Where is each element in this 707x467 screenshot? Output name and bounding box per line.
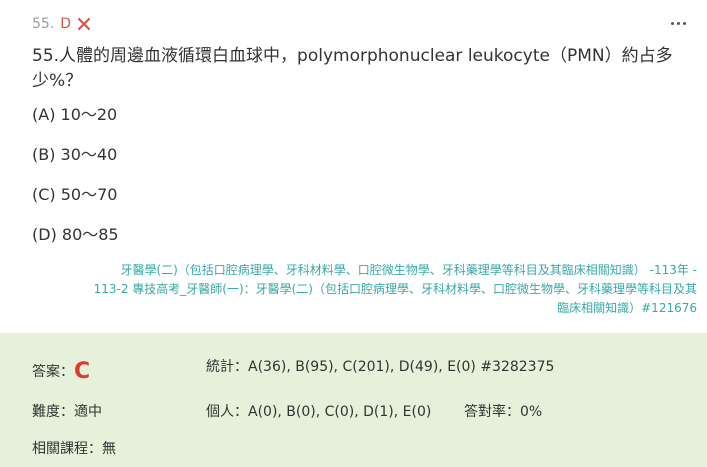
option-c[interactable]: (C) 50～70 xyxy=(32,184,117,206)
question-text: 55.人體的周邊血液循環白血球中，polymorphonuclear leuko… xyxy=(32,44,682,94)
source-line: 113-2 專技高考_牙醫師(一)：牙醫學(二)（包括口腔病理學、牙科材料學、口… xyxy=(93,282,697,296)
source-line: 臨床相關知識）#121676 xyxy=(557,301,697,315)
more-options-icon[interactable] xyxy=(669,14,687,32)
answer-row: 答案：C xyxy=(32,359,90,384)
option-a[interactable]: (A) 10～20 xyxy=(32,104,117,126)
user-answer: D xyxy=(60,16,72,32)
accuracy-rate: 答對率：0% xyxy=(464,404,543,420)
question-text-line: 55.人體的周邊血液循環白血球中，polymorphonuclear leuko… xyxy=(32,46,673,66)
x-mark-icon xyxy=(77,17,91,31)
answer-statistics: 統計：A(36), B(95), C(201), D(49), E(0) #32… xyxy=(206,359,555,375)
question-number: 55. xyxy=(32,16,55,32)
question-header: 55. D xyxy=(32,14,91,34)
source-line: 牙醫學(二)（包括口腔病理學、牙科材料學、口腔微生物學、牙科藥理學等科目及其臨床… xyxy=(120,263,697,277)
answer-label: 答案： xyxy=(32,364,74,380)
stats-panel: 答案：C 難度：適中 相關課程：無 統計：A(36), B(95), C(201… xyxy=(0,333,707,467)
option-d[interactable]: (D) 80～85 xyxy=(32,224,119,246)
question-text-line: 少%？ xyxy=(32,71,83,91)
option-b[interactable]: (B) 30～40 xyxy=(32,144,117,166)
difficulty: 難度：適中 xyxy=(32,404,102,420)
related-course: 相關課程：無 xyxy=(32,441,116,457)
question-card: 55. D 55.人體的周邊血液循環白血球中，polymorphonuclear… xyxy=(0,0,707,333)
correct-answer: C xyxy=(74,359,91,384)
source-link[interactable]: 牙醫學(二)（包括口腔病理學、牙科材料學、口腔微生物學、牙科藥理學等科目及其臨床… xyxy=(47,261,697,318)
personal-statistics: 個人：A(0), B(0), C(0), D(1), E(0) xyxy=(206,404,432,420)
